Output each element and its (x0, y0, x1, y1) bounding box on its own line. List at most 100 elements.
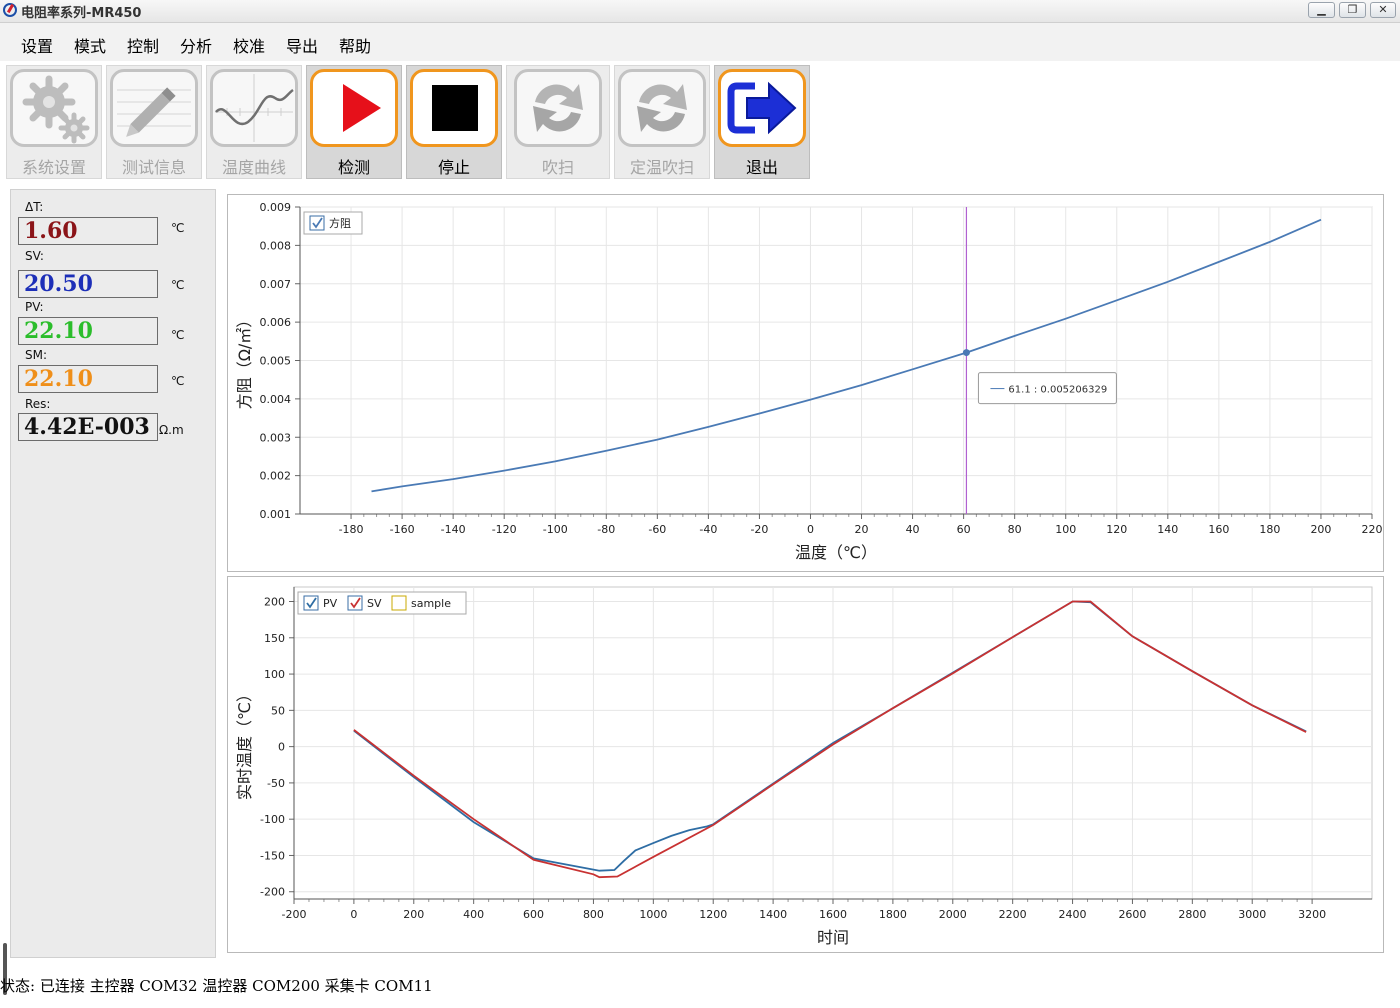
y-tick-label: 0.003 (260, 431, 292, 444)
stop-icon (410, 69, 498, 147)
x-tick-label: 160 (1208, 523, 1229, 536)
system-settings-button[interactable]: 系统设置 (6, 65, 102, 179)
x-tick-label: -160 (390, 523, 415, 536)
close-button[interactable]: ✕ (1370, 2, 1396, 18)
legend-label-sample: sample (411, 597, 451, 610)
refresh-icon (514, 69, 602, 147)
y-tick-label: 200 (264, 596, 285, 609)
x-tick-label: 180 (1259, 523, 1280, 536)
test-info-button[interactable]: 测试信息 (106, 65, 202, 179)
sm-unit: ℃ (171, 374, 185, 388)
x-tick-label: 0 (807, 523, 814, 536)
detect-label: 检测 (337, 158, 370, 177)
y-axis-label: 实时温度（℃） (235, 686, 254, 800)
x-tick-label: -20 (750, 523, 768, 536)
x-tick-label: 200 (403, 908, 424, 921)
x-tick-label: -80 (597, 523, 615, 536)
x-tick-label: 1600 (819, 908, 847, 921)
res-value: 4.42E-003 (18, 413, 158, 441)
constant-temp-purge-label: 定温吹扫 (629, 158, 694, 177)
x-tick-label: 1000 (639, 908, 667, 921)
res-label: Res: (25, 397, 51, 411)
x-tick-label: -180 (339, 523, 364, 536)
y-tick-label: 0.005 (260, 355, 292, 368)
x-tick-label: 120 (1106, 523, 1127, 536)
x-tick-label: 3200 (1298, 908, 1326, 921)
x-tick-label: 2800 (1178, 908, 1206, 921)
restore-button[interactable]: ❐ (1339, 2, 1366, 18)
menu-control[interactable]: 控制 (127, 33, 159, 57)
x-tick-label: 2600 (1118, 908, 1146, 921)
y-tick-label: 0.002 (260, 470, 292, 483)
title-bar: 电阻率系列-MR450 ▁ ❐ ✕ (0, 0, 1400, 23)
constant-temp-purge-button[interactable]: 定温吹扫 (614, 65, 710, 179)
x-tick-label: 1400 (759, 908, 787, 921)
gears-icon (10, 69, 98, 147)
menu-help[interactable]: 帮助 (339, 33, 371, 57)
x-tick-label: -100 (543, 523, 568, 536)
refresh-icon (618, 69, 706, 147)
x-tick-label: 0 (350, 908, 357, 921)
y-tick-label: 0.009 (260, 201, 292, 214)
y-tick-label: 100 (264, 668, 285, 681)
app-logo-icon (3, 3, 17, 17)
x-tick-label: -40 (699, 523, 717, 536)
minimize-button[interactable]: ▁ (1308, 2, 1335, 18)
stop-label: 停止 (437, 158, 470, 177)
legend-checkbox-sample (391, 595, 407, 611)
y-tick-label: 0 (278, 741, 285, 754)
delta-t-unit: ℃ (171, 221, 185, 235)
pv-unit: ℃ (171, 328, 185, 342)
x-tick-label: -140 (441, 523, 466, 536)
y-tick-label: -200 (260, 886, 285, 899)
y-tick-label: 0.006 (260, 316, 292, 329)
purge-button[interactable]: 吹扫 (506, 65, 610, 179)
x-tick-label: 220 (1362, 523, 1383, 536)
y-tick-label: 0.007 (260, 278, 292, 291)
x-tick-label: 400 (463, 908, 484, 921)
menu-export[interactable]: 导出 (286, 33, 318, 57)
y-tick-label: -50 (267, 777, 285, 790)
pv-value: 22.10 (18, 317, 158, 345)
test-info-label: 测试信息 (121, 158, 186, 177)
x-axis-label: 时间 (817, 928, 849, 947)
stop-button[interactable]: 停止 (406, 65, 502, 179)
y-tick-label: 0.008 (260, 239, 292, 252)
temperature-curve-button[interactable]: 温度曲线 (206, 65, 302, 179)
x-tick-label: 600 (523, 908, 544, 921)
detect-button[interactable]: 检测 (306, 65, 402, 179)
temperature-curve-label: 温度曲线 (221, 158, 286, 177)
exit-button[interactable]: 退出 (714, 65, 810, 179)
menu-mode[interactable]: 模式 (74, 33, 106, 57)
x-tick-label: 2000 (939, 908, 967, 921)
delta-t-value: 1.60 (18, 217, 158, 245)
x-tick-label: -60 (648, 523, 666, 536)
temperature-chart[interactable]: -200 0 200 400 600 800 1000 1200 1400 1600 1800 200… (228, 577, 1383, 952)
y-tick-label: 0.004 (260, 393, 292, 406)
delta-t-label: ΔT: (25, 200, 44, 214)
resistance-chart[interactable]: -180 -160 -140 -120 -100 -80 -60 -40 -20 0 20 40 60 8… (228, 195, 1383, 571)
y-tick-label: -100 (260, 813, 285, 826)
legend-label-SV: SV (367, 597, 382, 610)
menu-analysis[interactable]: 分析 (180, 33, 212, 57)
y-tick-label: 0.001 (260, 508, 292, 521)
menu-calibrate[interactable]: 校准 (233, 33, 265, 57)
sm-value: 22.10 (18, 365, 158, 393)
x-tick-label: 200 (1310, 523, 1331, 536)
exit-arrow-icon (718, 69, 806, 147)
y-tick-label: 150 (264, 632, 285, 645)
sv-value: 20.50 (18, 270, 158, 298)
status-bar: 状态: 已连接 主控器 COM32 温控器 COM200 采集卡 COM11 (0, 975, 433, 996)
x-tick-label: 3000 (1238, 908, 1266, 921)
pv-label: PV: (25, 300, 44, 314)
menu-settings[interactable]: 设置 (21, 33, 53, 57)
y-tick-label: -150 (260, 849, 285, 862)
x-tick-label: 800 (583, 908, 604, 921)
pencil-icon (110, 69, 198, 147)
x-axis-label: 温度（℃） (795, 543, 877, 562)
status-text: 已连接 主控器 COM32 温控器 COM200 采集卡 COM11 (39, 977, 433, 995)
play-icon (310, 69, 398, 147)
x-tick-label: 1200 (699, 908, 727, 921)
resistance-chart-panel: -180 -160 -140 -120 -100 -80 -60 -40 -20 0 20 40 60 8… (227, 194, 1384, 572)
cursor-tooltip-text: 61.1 : 0.005206329 (1008, 385, 1107, 396)
